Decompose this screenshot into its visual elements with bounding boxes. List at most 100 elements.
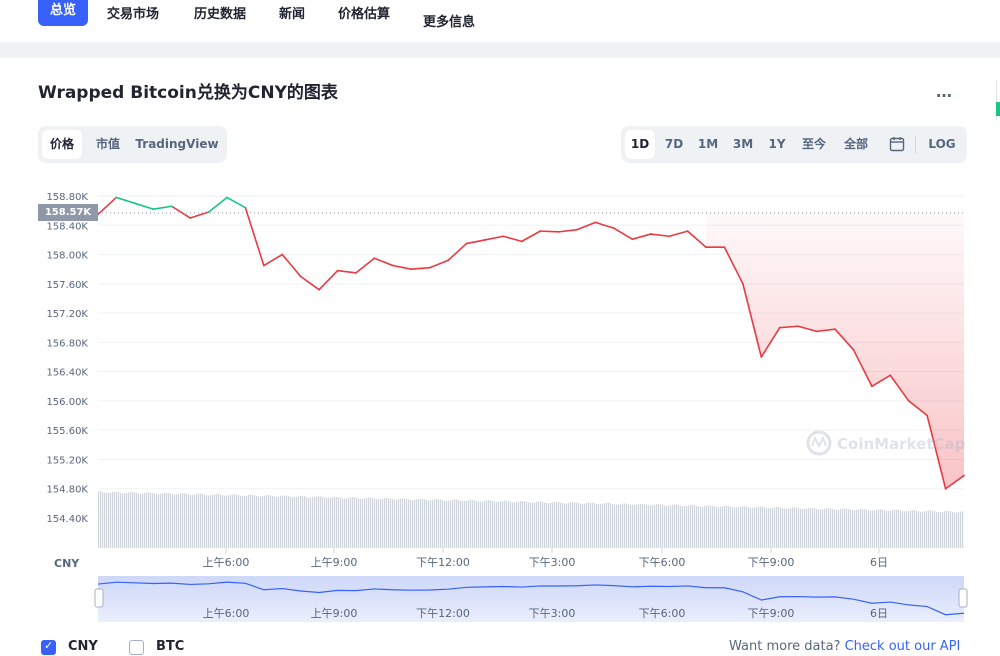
volume-bar (906, 511, 908, 548)
navigator-handle (958, 588, 968, 608)
price-chart-svg[interactable]: 158.80K 158.40K 158.00K 157.60K 157.20K 156.8… (0, 170, 1000, 650)
volume-bar (386, 497, 388, 548)
price-line-segment (134, 202, 155, 210)
navigator-x-label: 6日 (870, 607, 888, 620)
volume-bar (424, 499, 426, 548)
volume-bar (492, 500, 494, 548)
volume-bar (916, 510, 918, 548)
volume-bar (458, 500, 460, 548)
volume-bar (468, 500, 470, 548)
volume-bar (272, 496, 274, 548)
volume-bar (958, 512, 960, 548)
api-link[interactable]: Check out our API (845, 639, 961, 654)
volume-bar (112, 491, 114, 548)
price-point (465, 242, 468, 245)
range-7d[interactable]: 7D (657, 130, 691, 159)
volume-bar (220, 494, 222, 548)
volume-bar (160, 493, 162, 548)
y-tick-label: 154.40K (46, 514, 88, 525)
range-ytd[interactable]: 至今 (796, 130, 832, 159)
btc-checkbox[interactable] (129, 640, 144, 655)
price-point (115, 196, 118, 199)
volume-bar (540, 501, 542, 548)
volume-bar (794, 507, 796, 548)
volume-bar (944, 511, 946, 548)
range-3m[interactable]: 3M (726, 130, 760, 159)
volume-bar (962, 511, 964, 548)
volume-bar (908, 510, 910, 548)
nav-tab-markets[interactable]: 交易市场 (107, 3, 159, 22)
volume-bar (810, 507, 812, 548)
price-point (815, 330, 818, 333)
volume-bar (148, 492, 150, 548)
y-tick-label: 158.00K (46, 251, 88, 262)
tab-tradingview[interactable]: TradingView (134, 130, 220, 159)
volume-bar (252, 494, 254, 548)
volume-bar (914, 510, 916, 548)
volume-bar (772, 507, 774, 548)
range-all[interactable]: 全部 (838, 130, 874, 159)
volume-bar (606, 502, 608, 548)
tab-market-cap[interactable]: 市值 (88, 130, 128, 159)
volume-bar (864, 509, 866, 548)
volume-bar (206, 495, 208, 548)
time-range-tabs: 1D 7D 1M 3M 1Y 至今 全部 LOG (621, 126, 967, 163)
volume-bar (116, 491, 118, 548)
volume-bar (506, 500, 508, 548)
price-point (944, 487, 947, 490)
price-point (152, 208, 155, 211)
volume-bar (508, 501, 510, 548)
more-options-icon[interactable]: … (936, 82, 953, 101)
nav-tab-news[interactable]: 新闻 (279, 3, 305, 22)
nav-tab-historical-data[interactable]: 历史数据 (194, 3, 246, 22)
volume-bar (538, 501, 540, 548)
section-divider (0, 42, 1000, 58)
volume-bar (570, 502, 572, 548)
volume-bar (426, 499, 428, 548)
log-scale-toggle[interactable]: LOG (923, 130, 961, 159)
volume-bar (188, 494, 190, 548)
tab-price[interactable]: 价格 (42, 130, 82, 159)
price-line-segment (539, 230, 560, 233)
volume-bar (584, 503, 586, 548)
volume-bar (832, 508, 834, 548)
range-1d[interactable]: 1D (625, 130, 655, 159)
volume-bar (628, 504, 630, 548)
cny-checkbox[interactable] (41, 639, 56, 655)
price-chart[interactable]: 158.80K 158.40K 158.00K 157.60K 157.20K 156.8… (0, 170, 1000, 650)
volume-bar (450, 500, 452, 548)
nav-tab-overview[interactable]: 总览 (38, 0, 89, 26)
volume-bar (132, 491, 134, 548)
volume-bar (350, 497, 352, 548)
volume-bar (212, 494, 214, 548)
volume-bar (562, 503, 564, 548)
volume-bar (586, 503, 588, 548)
volume-bar (298, 496, 300, 548)
volume-bar (346, 498, 348, 548)
volume-bar (270, 495, 272, 548)
y-tick-label: 156.00K (46, 397, 88, 408)
range-1y[interactable]: 1Y (760, 130, 794, 159)
volume-bar (838, 509, 840, 548)
volume-bar (390, 498, 392, 548)
calendar-icon[interactable] (883, 130, 911, 159)
volume-bar (208, 495, 210, 548)
volume-bar (874, 510, 876, 548)
volume-bar (796, 507, 798, 548)
volume-bar (496, 501, 498, 548)
price-point (631, 238, 634, 241)
price-point (741, 282, 744, 285)
nav-tab-more-info[interactable]: 更多信息 (423, 11, 475, 30)
volume-bar (382, 498, 384, 548)
volume-bar (194, 494, 196, 548)
navigator-handle (94, 588, 104, 608)
volume-bar (574, 502, 576, 548)
volume-bar (242, 496, 244, 548)
price-line-segment (336, 269, 357, 274)
nav-tab-price-estimates[interactable]: 价格估算 (338, 3, 390, 22)
volume-bar (732, 507, 734, 548)
volume-bar (520, 501, 522, 548)
volume-bar (798, 508, 800, 548)
volume-bar (594, 503, 596, 548)
range-1m[interactable]: 1M (691, 130, 725, 159)
